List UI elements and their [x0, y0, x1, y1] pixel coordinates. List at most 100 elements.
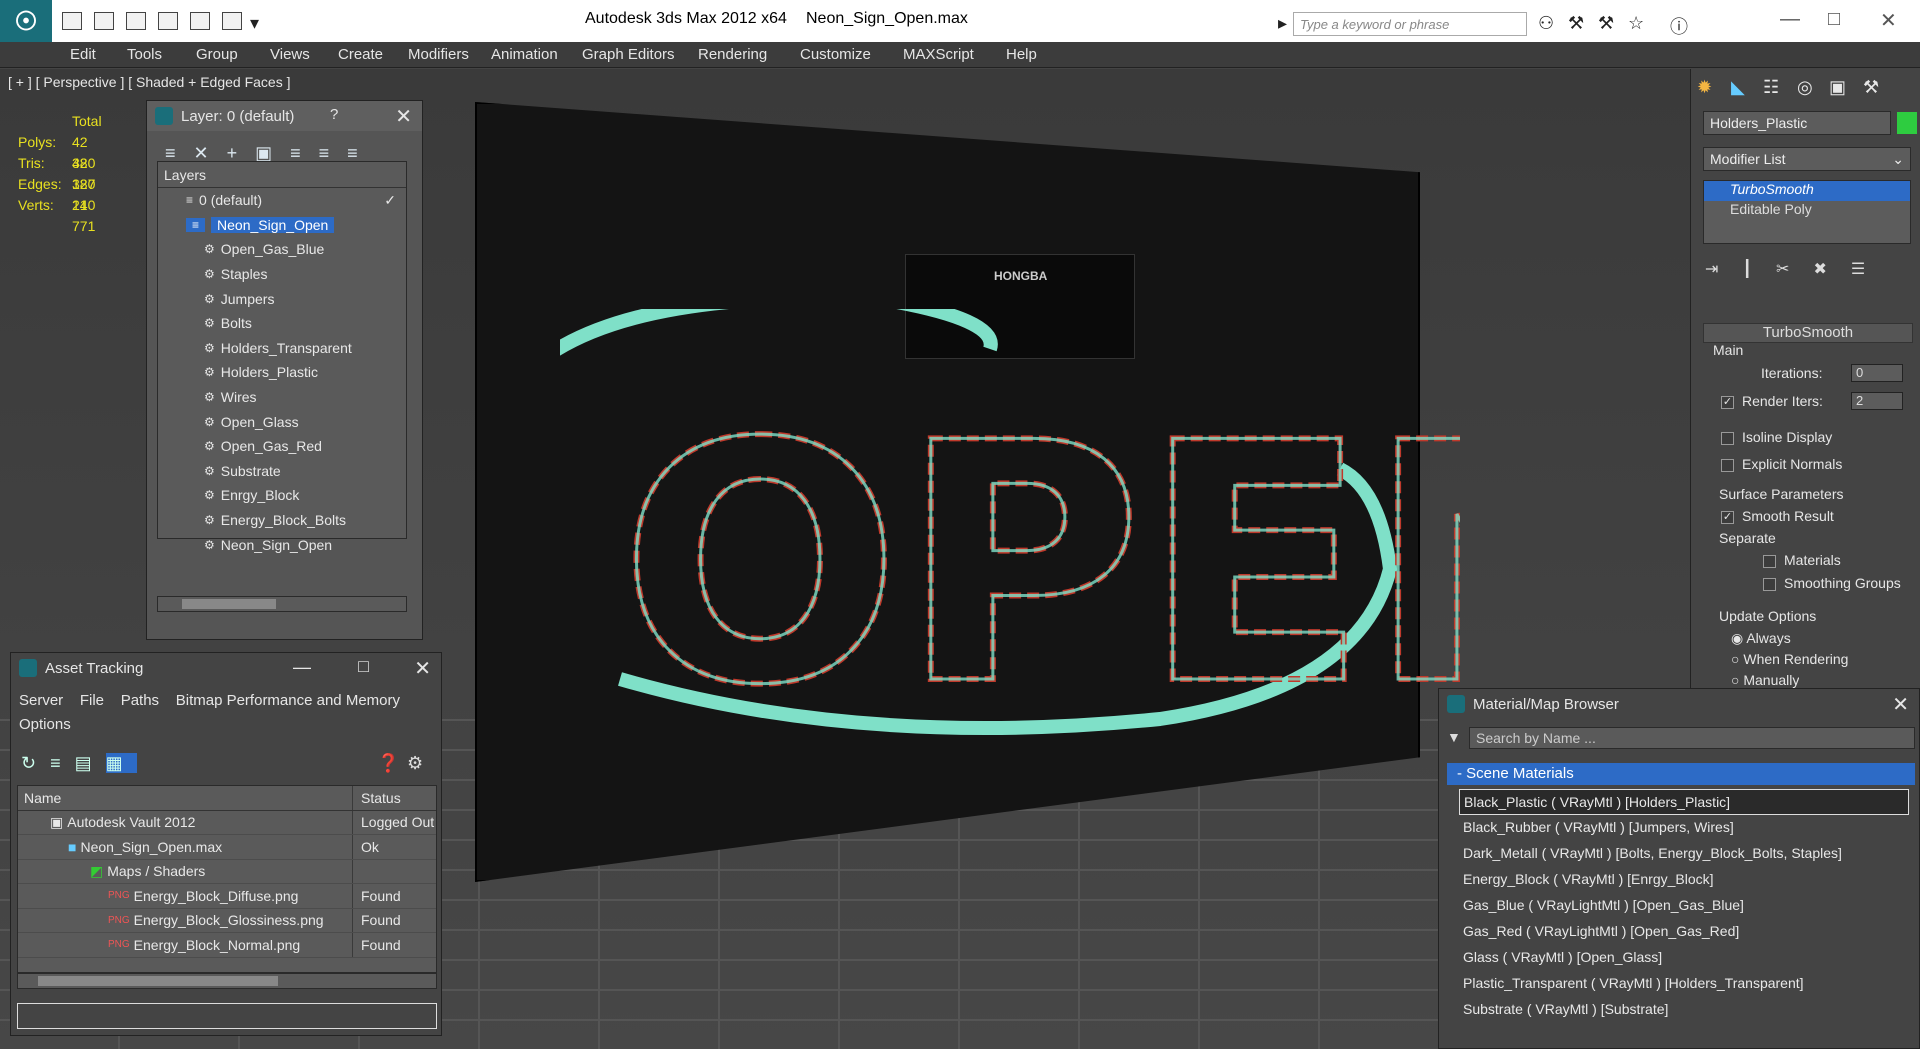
undo-icon[interactable] [126, 12, 146, 30]
quick-access-dropdown-icon[interactable]: ▾ [250, 13, 259, 34]
layer-object-item[interactable]: ⚙ Energy_Block_Bolts [158, 508, 406, 533]
table-row[interactable]: ■ Neon_Sign_Open.max Ok [18, 835, 436, 860]
menu-customize[interactable]: Customize [800, 46, 871, 63]
add-to-layer-icon[interactable]: + [227, 143, 256, 163]
material-item[interactable]: Glass ( VRayMtl ) [Open_Glass] [1459, 945, 1909, 971]
layer-object-item[interactable]: ⚙ Substrate [158, 459, 406, 484]
minimize-icon[interactable]: — [293, 657, 311, 678]
neon-open-sign[interactable]: OPEN OPEN [560, 309, 1460, 829]
help-icon[interactable]: ❓ [377, 753, 399, 774]
viewport-label[interactable]: [ + ] [ Perspective ] [ Shaded + Edged F… [8, 74, 291, 90]
render-iters-option[interactable]: ✓ Render Iters: [1721, 393, 1823, 409]
menu-modifiers[interactable]: Modifiers [408, 46, 469, 63]
layer-object-item[interactable]: ⚙ Neon_Sign_Open [158, 532, 406, 557]
always-radio[interactable]: ◉ Always [1731, 630, 1791, 647]
manually-radio[interactable]: ○ Manually [1731, 672, 1799, 688]
stack-item-turbosmooth[interactable]: TurboSmooth [1704, 181, 1910, 201]
isoline-checkbox[interactable] [1721, 431, 1734, 445]
asset-panel-close-icon[interactable]: ✕ [414, 656, 431, 681]
search-expand-icon[interactable]: ▸ [1278, 13, 1287, 34]
menu-rendering[interactable]: Rendering [698, 46, 767, 63]
layer-object-item[interactable]: ⚙ Open_Gas_Blue [158, 237, 406, 262]
asset-menu-server[interactable]: Server [19, 692, 63, 709]
object-name-field[interactable]: Holders_Plastic [1703, 111, 1891, 135]
refresh-icon[interactable]: ↻ [21, 753, 50, 773]
layer-object-item[interactable]: ⚙ Jumpers [158, 286, 406, 311]
smooth-result-checkbox[interactable]: ✓ [1721, 510, 1734, 524]
layer-object-item[interactable]: ⚙ Enrgy_Block [158, 483, 406, 508]
modify-tab-icon[interactable]: ◣ [1731, 77, 1755, 99]
help-icon[interactable]: ⓘ [1670, 13, 1688, 39]
layer-panel-help[interactable]: ? [330, 106, 338, 123]
col-name-header[interactable]: Name [18, 786, 353, 810]
freeze-layers-icon[interactable]: ≡ [347, 143, 376, 163]
subscription-icon[interactable]: ⚒ [1598, 13, 1614, 34]
when-rendering-radio[interactable]: ○ When Rendering [1731, 651, 1848, 667]
material-browser-close-icon[interactable]: ✕ [1892, 692, 1909, 717]
menu-tools[interactable]: Tools [127, 46, 162, 63]
material-item[interactable]: Substrate ( VRayMtl ) [Substrate] [1459, 997, 1909, 1023]
menu-group[interactable]: Group [196, 46, 238, 63]
layer-manager-panel[interactable]: Layer: 0 (default) ? ✕ ≡✕+▣≡≡≡ Layers ≡ 0… [146, 100, 423, 640]
scroll-thumb[interactable] [182, 599, 276, 609]
app-logo-icon[interactable]: ☉ [0, 0, 52, 42]
hold-icon[interactable] [190, 12, 210, 30]
pin-stack-icon[interactable]: ⇥ [1705, 261, 1742, 278]
redo-icon[interactable] [158, 12, 178, 30]
material-item[interactable]: Energy_Block ( VRayMtl ) [Enrgy_Block] [1459, 867, 1909, 893]
materials-option[interactable]: Materials [1763, 552, 1841, 568]
table-row[interactable]: ▣ Autodesk Vault 2012 Logged Out [18, 810, 436, 835]
fetch-icon[interactable] [222, 12, 242, 30]
motion-tab-icon[interactable]: ◎ [1797, 77, 1821, 99]
maximize-icon[interactable]: □ [358, 656, 369, 677]
asset-horizontal-scrollbar[interactable] [17, 973, 437, 989]
material-item[interactable]: Gas_Red ( VRayLightMtl ) [Open_Gas_Red] [1459, 919, 1909, 945]
modifier-stack[interactable]: TurboSmooth Editable Poly [1703, 180, 1911, 244]
hide-layers-icon[interactable]: ≡ [319, 143, 348, 163]
layer-item-selected[interactable]: ≡ Neon_Sign_Open [158, 213, 406, 238]
asset-table[interactable]: Name Status ▣ Autodesk Vault 2012 Logged O… [17, 785, 437, 973]
table-row[interactable]: ◩ Maps / Shaders [18, 859, 436, 884]
stack-item-editable-poly[interactable]: Editable Poly [1704, 201, 1910, 221]
layer-object-item[interactable]: ⚙ Open_Glass [158, 409, 406, 434]
materials-checkbox[interactable] [1763, 554, 1776, 568]
scroll-thumb[interactable] [38, 976, 278, 986]
table-row[interactable]: PNG Energy_Block_Diffuse.png Found [18, 884, 436, 909]
iterations-spinner[interactable]: 0 [1851, 364, 1903, 382]
open-file-icon[interactable] [62, 12, 82, 30]
asset-panel-titlebar[interactable]: Asset Tracking — □ ✕ [11, 653, 441, 683]
material-map-browser[interactable]: Material/Map Browser ✕ ▼ Search by Name … [1438, 688, 1920, 1049]
turbosmooth-rollout-header[interactable]: TurboSmooth [1703, 323, 1913, 343]
search-input[interactable]: Type a keyword or phrase [1293, 12, 1527, 36]
isoline-option[interactable]: Isoline Display [1721, 429, 1832, 445]
table-row[interactable]: PNG Energy_Block_Glossiness.png Found [18, 908, 436, 933]
scene-materials-group[interactable]: - Scene Materials [1447, 763, 1915, 785]
menu-views[interactable]: Views [270, 46, 310, 63]
menu-help[interactable]: Help [1006, 46, 1037, 63]
layer-object-item[interactable]: ⚙ Open_Gas_Red [158, 434, 406, 459]
minimize-icon[interactable]: — [1780, 8, 1800, 31]
configure-sets-icon[interactable]: ☰ [1851, 261, 1889, 278]
layer-object-item[interactable]: ⚙ Holders_Plastic [158, 360, 406, 385]
create-tab-icon[interactable]: ✹ [1697, 77, 1721, 99]
maximize-icon[interactable]: □ [1828, 8, 1840, 31]
communication-center-icon[interactable]: ⚒ [1568, 13, 1584, 34]
smoothing-groups-checkbox[interactable] [1763, 577, 1776, 591]
material-item[interactable]: Black_Plastic ( VRayMtl ) [Holders_Plast… [1459, 789, 1909, 815]
asset-tracking-panel[interactable]: Asset Tracking — □ ✕ Server File Paths B… [10, 652, 442, 1036]
remove-modifier-icon[interactable]: ✖ [1813, 261, 1850, 278]
asset-menu-options[interactable]: Options [19, 716, 71, 733]
make-unique-icon[interactable]: ✂ [1776, 261, 1813, 278]
material-item[interactable]: Dark_Metall ( VRayMtl ) [Bolts, Energy_B… [1459, 841, 1909, 867]
material-list[interactable]: Black_Plastic ( VRayMtl ) [Holders_Plast… [1459, 789, 1909, 1023]
explicit-normals-checkbox[interactable] [1721, 458, 1734, 472]
smoothing-groups-option[interactable]: Smoothing Groups [1763, 575, 1901, 591]
highlight-layer-icon[interactable]: ≡ [290, 143, 319, 163]
asset-menu-file[interactable]: File [80, 692, 104, 709]
menu-create[interactable]: Create [338, 46, 383, 63]
material-item[interactable]: Gas_Blue ( VRayLightMtl ) [Open_Gas_Blue… [1459, 893, 1909, 919]
close-icon[interactable]: ✕ [1880, 8, 1897, 33]
col-status-header[interactable]: Status [353, 790, 401, 806]
asset-menu-bitmap[interactable]: Bitmap Performance and Memory [176, 692, 400, 709]
settings-icon[interactable]: ⚙ [407, 753, 423, 774]
